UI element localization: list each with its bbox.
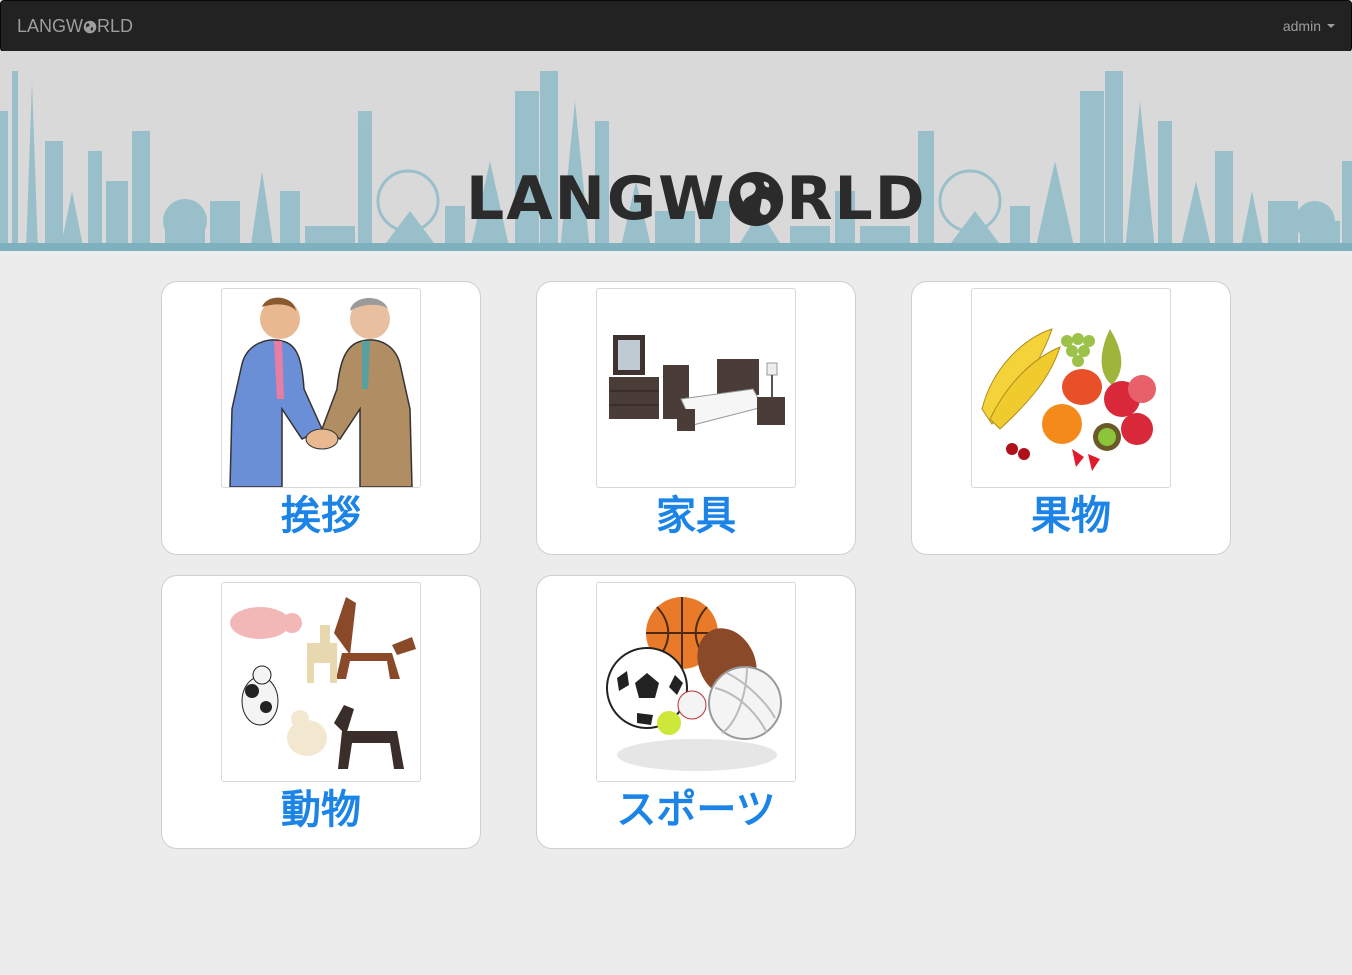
category-label: スポーツ xyxy=(616,787,776,833)
hero-banner: LANGW RLD xyxy=(0,51,1352,251)
brand-text-prefix: LANGW xyxy=(17,16,84,36)
sports-balls-image xyxy=(596,582,796,782)
caret-down-icon xyxy=(1327,24,1335,28)
category-card-animal[interactable]: 動物 xyxy=(161,575,481,849)
animal-figures-image xyxy=(221,582,421,782)
category-card-sports[interactable]: スポーツ xyxy=(536,575,856,849)
logo-text-suffix: RLD xyxy=(786,164,927,234)
langworld-logo: LANGW RLD xyxy=(466,169,927,229)
top-navbar: LANGW RLD admin xyxy=(0,0,1352,52)
category-label: 果物 xyxy=(1031,493,1111,539)
brand-text-suffix: RLD xyxy=(97,16,134,36)
logo-text-prefix: LANGW xyxy=(466,164,727,234)
category-label: 動物 xyxy=(281,787,361,833)
fruit-basket-image xyxy=(971,288,1171,488)
username: admin xyxy=(1282,18,1321,34)
globe-icon xyxy=(729,171,784,227)
category-label: 挨拶 xyxy=(281,493,361,539)
category-card-fruit[interactable]: 果物 xyxy=(911,281,1231,555)
brand-link[interactable]: LANGW RLD xyxy=(17,16,133,37)
globe-icon xyxy=(83,20,97,33)
handshake-image xyxy=(221,288,421,488)
bedroom-furniture-image xyxy=(596,288,796,488)
user-dropdown[interactable]: admin xyxy=(1283,18,1335,34)
category-card-greeting[interactable]: 挨拶 xyxy=(161,281,481,555)
category-card-furniture[interactable]: 家具 xyxy=(536,281,856,555)
category-label: 家具 xyxy=(656,493,736,539)
